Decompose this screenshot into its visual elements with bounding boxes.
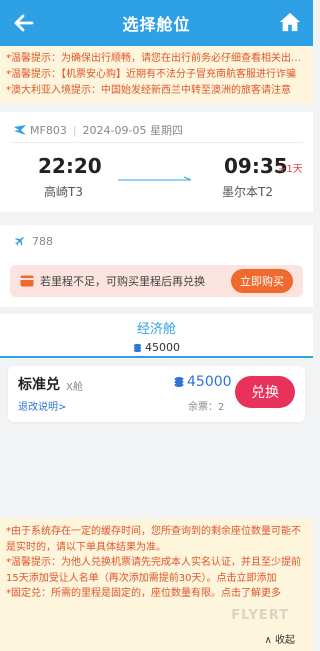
redeem-button[interactable]: 兑换 bbox=[235, 376, 295, 408]
notice-paragraph: *由于系统存在一定的缓存时间，您所查询到的剩余座位数量可能不是实时的，请以下单具… bbox=[6, 526, 301, 553]
miles-coin-icon bbox=[174, 377, 184, 387]
cabin-name: 经济舱 bbox=[136, 322, 176, 337]
aircraft-type: 788 bbox=[32, 234, 53, 248]
top-notice-panel: *温馨提示：为确保出行顺畅，请您在出行前务必仔细查看相关出行要求 *温馨提示：【… bbox=[0, 46, 313, 104]
remaining-seats: 余票：2 bbox=[188, 402, 225, 413]
buy-now-button[interactable]: 立即购买 bbox=[231, 269, 293, 293]
notice-line[interactable]: *澳大利亚入境提示：中国始发经新西兰中转至澳洲的旅客请注意 bbox=[6, 83, 305, 99]
notice-line[interactable]: *温馨提示：【机票安心购】近期有不法分子冒充南航客服进行诈骗 bbox=[6, 67, 305, 83]
fare-miles: 45000 bbox=[174, 374, 232, 390]
promo-section: 若里程不足，可购买里程后再兑换 立即购买 bbox=[0, 257, 313, 307]
home-icon[interactable] bbox=[279, 11, 301, 33]
arrival-airport: 墨尔本T2 bbox=[222, 185, 273, 199]
fare-class: X舱 bbox=[66, 382, 83, 393]
card-icon bbox=[20, 275, 34, 287]
route-arrow-icon bbox=[118, 176, 192, 181]
departure-airport: 高崎T3 bbox=[44, 185, 83, 199]
cabin-miles-value: 45000 bbox=[145, 341, 180, 354]
departure-time: 22:20 bbox=[38, 154, 102, 178]
flight-date: 2024-09-05 星期四 bbox=[82, 124, 183, 137]
fare-name: 标准兑 bbox=[18, 377, 60, 393]
airplane-icon bbox=[15, 237, 24, 246]
top-bar: 选择舱位 bbox=[0, 0, 313, 46]
cabin-miles: 45000 bbox=[0, 341, 313, 354]
back-arrow-icon[interactable] bbox=[12, 11, 36, 35]
notice-paragraph[interactable]: *固定兑：所需的里程是固定的，座位数量有限。点击了解更多 bbox=[6, 586, 305, 602]
fare-card: 标准兑 X舱 退改说明> 45000 余票：2 兑换 bbox=[8, 366, 305, 422]
miles-coin-icon bbox=[133, 343, 142, 352]
collapse-button[interactable]: ∧ 收起 bbox=[265, 631, 296, 646]
flight-info-card: MF803 | 2024-09-05 星期四 22:20 高崎T3 09:35 … bbox=[0, 112, 313, 212]
airline-logo-icon bbox=[14, 125, 26, 135]
notice-paragraph[interactable]: *温馨提示：为他人兑换机票请先完成本人实名认证，并且至少提前15天添加受让人名单… bbox=[6, 555, 305, 586]
fare-miles-value: 45000 bbox=[187, 374, 232, 390]
change-refund-policy-link[interactable]: 退改说明> bbox=[18, 398, 66, 413]
watermark: FLYERT bbox=[231, 608, 289, 623]
meta-separator: | bbox=[72, 123, 77, 137]
divider bbox=[10, 142, 303, 143]
tab-indicator bbox=[0, 356, 313, 358]
arrival-day-offset: +1天 bbox=[278, 164, 303, 175]
notice-line[interactable]: *温馨提示：为确保出行顺畅，请您在出行前务必仔细查看相关出行要求 bbox=[6, 51, 305, 67]
flight-meta: MF803 | 2024-09-05 星期四 bbox=[14, 122, 183, 138]
flight-number: MF803 bbox=[30, 123, 67, 137]
aircraft-row: 788 bbox=[0, 225, 313, 257]
buy-miles-banner: 若里程不足，可购买里程后再兑换 立即购买 bbox=[10, 265, 303, 297]
page-title: 选择舱位 bbox=[122, 15, 191, 34]
promo-text: 若里程不足，可购买里程后再兑换 bbox=[40, 275, 205, 288]
tab-economy[interactable]: 经济舱 45000 bbox=[0, 314, 313, 358]
